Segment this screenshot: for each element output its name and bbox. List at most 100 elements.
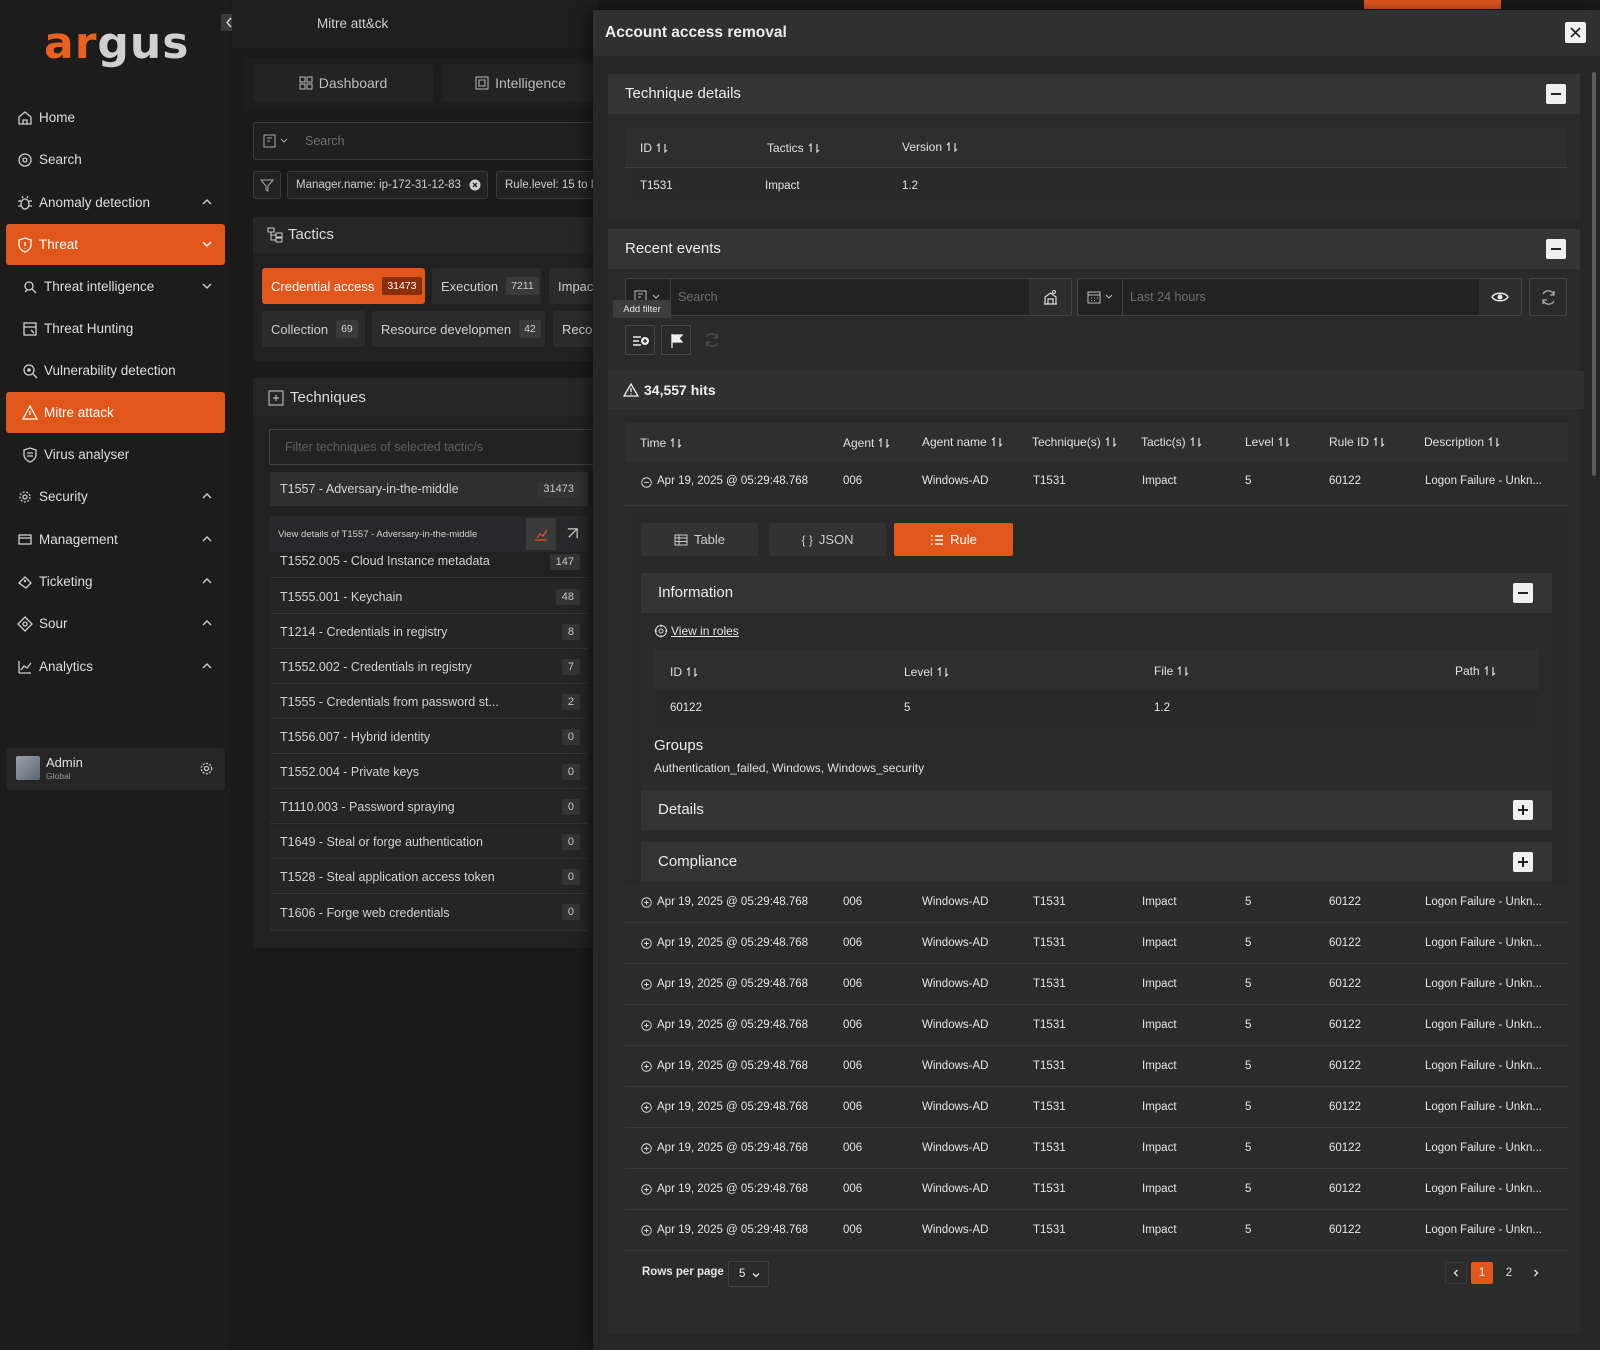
sidebar-item-sour[interactable]: Sour	[6, 603, 225, 644]
expand-row-icon[interactable]	[641, 938, 652, 949]
table-row[interactable]: Apr 19, 2025 @ 05:29:48.768 006 Windows-AD…	[625, 1170, 1568, 1210]
technique-row[interactable]: T1557 - Adversary-in-the-middle 31473	[270, 472, 588, 506]
view-tab-table[interactable]: Table	[641, 523, 758, 556]
tactic-reconnaissance[interactable]: Reco	[553, 311, 598, 347]
sidebar-item-vulnerability-detection[interactable]: Vulnerability detection	[6, 350, 225, 391]
reset-icon[interactable]	[704, 332, 720, 348]
tactic-execution[interactable]: Execution 7211	[432, 268, 541, 304]
technique-row[interactable]: T1552.005 - Cloud Instance metadata 147	[270, 545, 588, 578]
recent-events-header[interactable]: Recent events	[608, 229, 1580, 269]
table-row[interactable]: Apr 19, 2025 @ 05:29:48.768 006 Windows-AD…	[625, 1129, 1568, 1169]
expand-button[interactable]	[1513, 852, 1533, 872]
sidebar-item-virus-analyser[interactable]: Virus analyser	[6, 434, 225, 475]
column-header-description[interactable]: Description	[1424, 435, 1500, 449]
column-header-techniques[interactable]: Technique(s)	[1032, 435, 1117, 449]
main-search-input[interactable]: Search	[253, 122, 598, 160]
table-row[interactable]: Apr 19, 2025 @ 05:29:48.768 006 Windows-AD…	[625, 965, 1568, 1005]
expand-row-icon[interactable]	[641, 1225, 652, 1236]
calendar-icon[interactable]	[1087, 290, 1117, 304]
table-row[interactable]: Apr 19, 2025 @ 05:29:48.768 006 Windows-AD…	[625, 883, 1568, 923]
open-external-icon[interactable]	[566, 527, 579, 540]
table-row[interactable]: Apr 19, 2025 @ 05:29:48.768 006 Windows-AD…	[625, 1088, 1568, 1128]
rows-per-page-select[interactable]: 5	[728, 1261, 769, 1287]
next-page-button[interactable]	[1525, 1262, 1547, 1284]
technique-row[interactable]: T1552.004 - Private keys 0	[270, 755, 588, 789]
tactic-resource-development[interactable]: Resource developmen 42	[372, 311, 545, 347]
technique-row[interactable]: T1552.002 - Credentials in registry 7	[270, 650, 588, 684]
page-button-1[interactable]: 1	[1471, 1262, 1493, 1284]
technique-row[interactable]: T1528 - Steal application access token 0	[270, 860, 588, 894]
column-header-tactics[interactable]: Tactics	[767, 141, 820, 155]
compliance-header[interactable]: Compliance	[641, 842, 1552, 882]
collapse-row-icon[interactable]	[641, 477, 652, 488]
previous-page-button[interactable]	[1445, 1262, 1467, 1284]
column-header-agent-name[interactable]: Agent name	[922, 435, 1003, 449]
column-header-id[interactable]: ID	[670, 665, 698, 679]
expand-row-icon[interactable]	[641, 1102, 652, 1113]
tab-dashboard[interactable]: Dashboard	[253, 64, 433, 102]
tab-intelligence[interactable]: Intelligence	[443, 64, 598, 102]
gear-icon[interactable]	[199, 761, 214, 776]
expand-row-icon[interactable]	[641, 897, 652, 908]
sidebar-item-ticketing[interactable]: Ticketing	[6, 561, 225, 602]
close-button[interactable]	[1565, 22, 1586, 43]
technique-details-header[interactable]: Technique details	[608, 74, 1580, 114]
filter-chip[interactable]: Manager.name: ip-172-31-12-83	[287, 171, 488, 199]
technique-row[interactable]: T1555.001 - Keychain 48	[270, 580, 588, 614]
refresh-button[interactable]	[1529, 278, 1567, 316]
expand-row-icon[interactable]	[641, 1184, 652, 1195]
column-header-id[interactable]: ID	[640, 141, 668, 155]
filter-options-button[interactable]	[253, 171, 281, 199]
column-header-time[interactable]: Time	[640, 436, 682, 450]
tactic-credential-access[interactable]: Credential access 31473	[262, 268, 425, 304]
page-button-2[interactable]: 2	[1498, 1262, 1520, 1284]
techniques-filter-input[interactable]: Filter techniques of selected tactic/s	[269, 429, 598, 465]
flyout-scrollbar[interactable]	[1592, 72, 1596, 476]
table-row[interactable]: Apr 19, 2025 @ 05:29:48.768 006 Windows-AD…	[625, 924, 1568, 964]
sidebar-item-threat-hunting[interactable]: Threat Hunting	[6, 308, 225, 349]
sidebar-item-analytics[interactable]: Analytics	[6, 646, 225, 687]
technique-row[interactable]: T1606 - Forge web credentials 0	[270, 895, 588, 931]
details-header[interactable]: Details	[641, 790, 1552, 830]
collapse-button[interactable]	[1546, 239, 1566, 259]
view-in-roles-link[interactable]: View in roles	[671, 624, 739, 638]
date-picker[interactable]: Last 24 hours	[1077, 278, 1522, 316]
table-row-expanded[interactable]: Apr 19, 2025 @ 05:29:48.768 006 Windows-…	[625, 462, 1568, 506]
table-row[interactable]: Apr 19, 2025 @ 05:29:48.768 006 Windows-AD…	[625, 1047, 1568, 1087]
add-filter-button[interactable]	[625, 325, 655, 355]
column-header-level[interactable]: Level	[904, 665, 949, 679]
view-tab-rule[interactable]: Rule	[894, 523, 1013, 556]
expand-row-icon[interactable]	[641, 979, 652, 990]
collapse-button[interactable]	[1546, 84, 1566, 104]
sidebar-item-security[interactable]: Security	[6, 476, 225, 517]
expand-button[interactable]	[1513, 800, 1533, 820]
tactic-collection[interactable]: Collection 69	[262, 311, 365, 347]
information-header[interactable]: Information	[641, 573, 1552, 613]
table-row[interactable]: Apr 19, 2025 @ 05:29:48.768 006 Windows-AD…	[625, 1006, 1568, 1046]
collapse-button[interactable]	[1513, 583, 1533, 603]
technique-row[interactable]: T1556.007 - Hybrid identity 0	[270, 720, 588, 754]
column-header-level[interactable]: Level	[1245, 435, 1290, 449]
table-row[interactable]: Apr 19, 2025 @ 05:29:48.768 006 Windows-AD…	[625, 1211, 1568, 1251]
saved-query-icon[interactable]	[263, 134, 291, 148]
sidebar-item-search[interactable]: Search	[6, 139, 225, 180]
filter-chip[interactable]: Rule.level: 15 to Ir	[496, 171, 598, 199]
sidebar-item-home[interactable]: Home	[6, 97, 225, 138]
column-header-tactics[interactable]: Tactic(s)	[1141, 435, 1202, 449]
technique-row[interactable]: T1110.003 - Password spraying 0	[270, 790, 588, 824]
view-tab-json[interactable]: { } JSON	[769, 523, 886, 556]
tactic-impact[interactable]: Impac	[549, 268, 598, 304]
expand-row-icon[interactable]	[641, 1020, 652, 1031]
column-header-version[interactable]: Version	[902, 140, 958, 154]
user-profile[interactable]: Admin Global	[6, 748, 225, 790]
column-header-agent[interactable]: Agent	[843, 436, 890, 450]
technique-row[interactable]: T1649 - Steal or forge authentication 0	[270, 825, 588, 859]
show-dates-button[interactable]	[1479, 279, 1521, 315]
technique-row[interactable]: T1214 - Credentials in registry 8	[270, 615, 588, 649]
sidebar-item-mitre-attack[interactable]: Mitre attack	[6, 392, 225, 433]
pin-flag-button[interactable]	[661, 325, 691, 355]
events-search-input[interactable]: Search	[625, 278, 1072, 316]
sidebar-item-threat[interactable]: Threat	[6, 224, 225, 265]
technique-row[interactable]: T1555 - Credentials from password st... 2	[270, 685, 588, 719]
column-header-path[interactable]: Path	[1455, 664, 1496, 678]
